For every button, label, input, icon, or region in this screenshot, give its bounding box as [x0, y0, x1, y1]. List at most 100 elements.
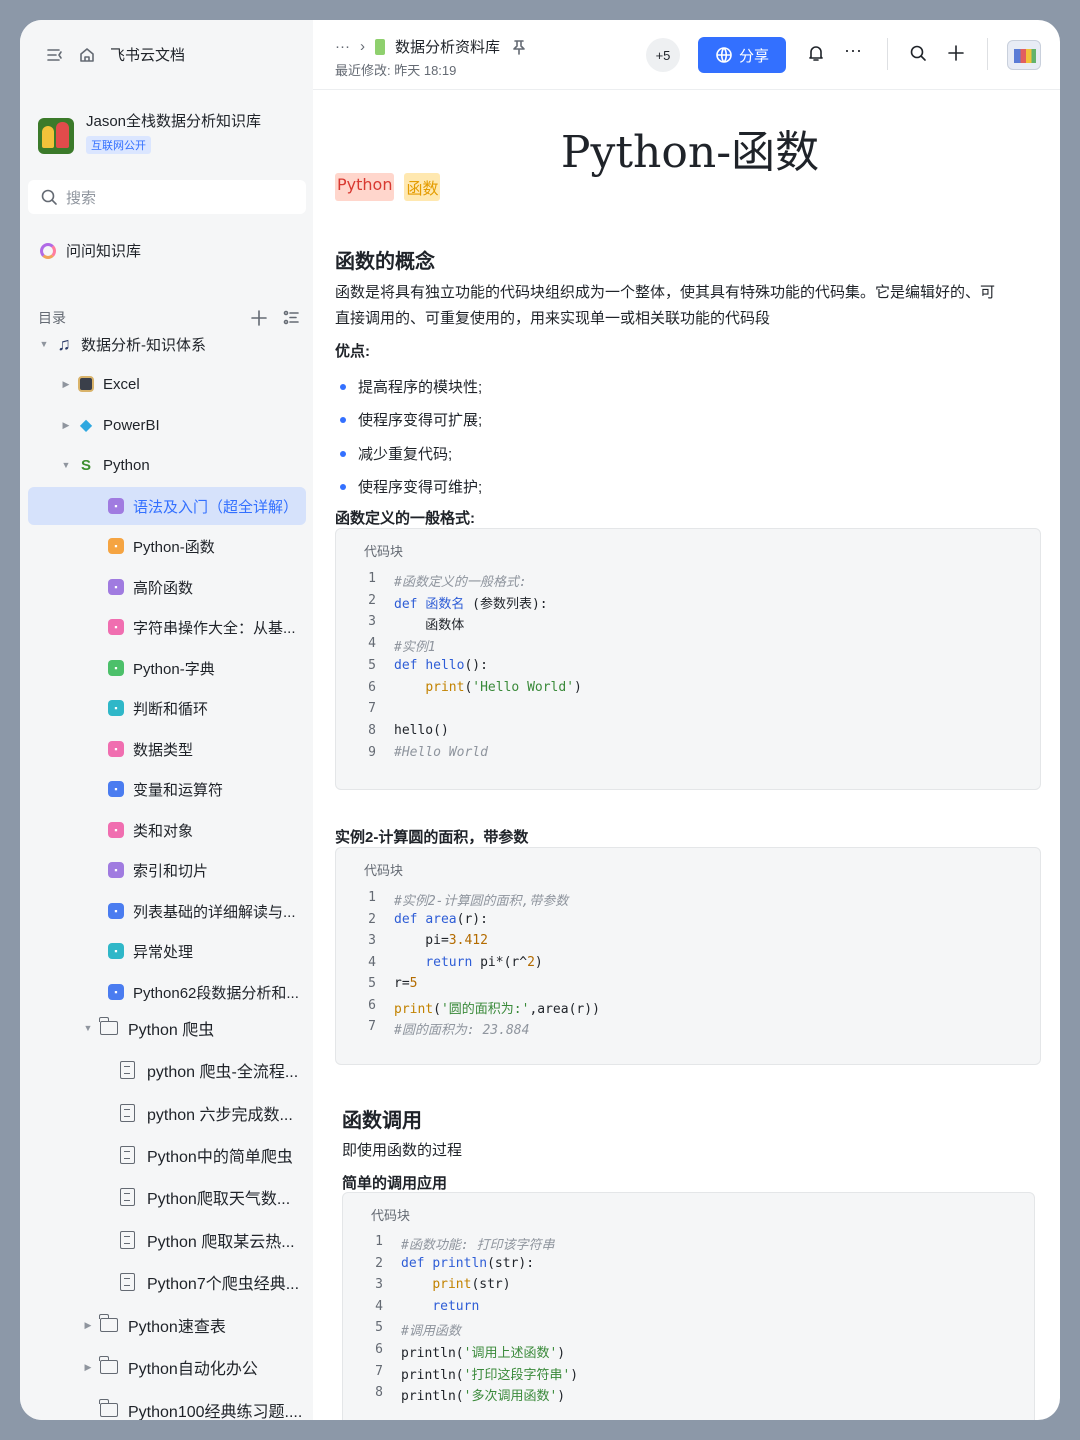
tag-function[interactable]: 函数: [404, 173, 441, 201]
code-line: return pi*(r^2): [425, 954, 543, 970]
sidebar-item[interactable]: ▶ Excel: [60, 365, 140, 403]
sidebar-item[interactable]: ▼ Python 爬虫: [82, 1009, 214, 1047]
sidebar-item[interactable]: ▶ ◆ PowerBI: [60, 406, 160, 444]
sidebar-item[interactable]: ▪ Python-函数: [82, 527, 215, 565]
code-line: #Hello World: [394, 744, 488, 760]
code-line: #实例1: [394, 640, 436, 656]
code-line: println('调用上述函数'): [401, 1346, 566, 1361]
sidebar-item[interactable]: ▪ 列表基础的详细解读与...: [82, 892, 296, 930]
collapse-sidebar-icon[interactable]: [46, 46, 64, 64]
code-block[interactable]: 代码块 1 #实例2-计算圆的面积,带参数 2 def area(r): 3 pi=3.…: [335, 847, 1041, 1065]
sidebar-item[interactable]: ▼ ♫ 数据分析-知识体系: [38, 325, 206, 363]
search-box[interactable]: 搜索: [28, 180, 306, 214]
code-block-label: 代码块: [364, 544, 404, 559]
chevron-down-icon[interactable]: ▼: [82, 1023, 94, 1033]
sidebar-item-label: Excel: [103, 375, 140, 393]
sidebar-item-label: Python-字典: [133, 660, 215, 678]
breadcrumb-title[interactable]: 数据分析资料库: [395, 36, 500, 57]
bell-icon[interactable]: [807, 44, 825, 62]
sidebar-item[interactable]: ▪ Python62段数据分析和...: [82, 973, 299, 1011]
paragraph: 即使用函数的过程: [342, 1142, 463, 1159]
globe-icon: [715, 46, 733, 64]
sidebar-item-label: Python: [103, 456, 150, 474]
search-icon[interactable]: [909, 44, 927, 62]
sidebar-item-label: Python 爬虫: [128, 1022, 215, 1039]
line-number: 3: [368, 933, 376, 948]
outline-list-icon[interactable]: [282, 309, 300, 327]
line-number: 5: [375, 1320, 383, 1336]
chevron-right-icon[interactable]: ▶: [82, 1362, 94, 1373]
sidebar-item[interactable]: ▼ S Python: [60, 446, 150, 484]
sidebar-item[interactable]: python 爬虫-全流程...: [120, 1051, 298, 1089]
line-number: 6: [368, 997, 376, 1013]
sidebar-item-label: 数据类型: [133, 741, 194, 759]
line-number: 8: [368, 722, 376, 738]
sidebar-item-label: 异常处理: [133, 943, 194, 961]
sidebar-item[interactable]: ▶ Python自动化办公: [82, 1348, 258, 1386]
line-number: 3: [368, 614, 376, 630]
doc-icon: [120, 1061, 135, 1079]
sidebar-item[interactable]: Python100经典练习题....: [82, 1391, 302, 1420]
chevron-right-icon[interactable]: ▶: [60, 420, 72, 431]
folder-icon: [99, 1399, 118, 1417]
home-icon[interactable]: [78, 46, 96, 64]
sidebar-item[interactable]: ▪ 异常处理: [82, 932, 193, 970]
code-block[interactable]: 代码块 1 #函数功能: 打印该字符串 2 def println(str): 3 pr…: [342, 1192, 1035, 1420]
search-icon: [40, 188, 58, 206]
sidebar-item[interactable]: ▪ 变量和运算符: [82, 770, 223, 808]
sidebar-item[interactable]: Python 爬取某云热...: [120, 1221, 295, 1259]
chevron-right-icon[interactable]: ▶: [60, 379, 72, 390]
chevron-down-icon[interactable]: ▼: [38, 339, 50, 349]
sidebar-item-label: 索引和切片: [133, 862, 209, 880]
paragraph-line: 直接调用的、可重复使用的，用来实现单一或相关联功能的代码段: [335, 310, 771, 327]
page-icon: ▪: [108, 903, 124, 919]
ask-knowledge-base[interactable]: 问问知识库: [40, 240, 141, 261]
sidebar-item[interactable]: ▶ Python速查表: [82, 1306, 226, 1344]
breadcrumb-more[interactable]: ···: [335, 38, 350, 55]
sidebar-item[interactable]: ▪ Python-字典: [82, 649, 215, 687]
add-icon[interactable]: [947, 44, 965, 62]
sidebar-item[interactable]: ▪ 判断和循环: [82, 689, 208, 727]
code-line: 函数体: [394, 618, 465, 634]
sidebar-item-label: python 六步完成数...: [147, 1107, 293, 1124]
line-number: 3: [375, 1277, 383, 1293]
page-icon: ▪: [108, 862, 124, 878]
sidebar-item[interactable]: Python爬取天气数...: [120, 1178, 290, 1216]
code-line: #调用函数: [401, 1324, 461, 1340]
sidebar-item[interactable]: ▪ 语法及入门（超全详解）: [28, 487, 306, 525]
folder-icon: [99, 1314, 118, 1332]
sidebar-item[interactable]: Python7个爬虫经典...: [120, 1263, 299, 1301]
avatar[interactable]: [1007, 40, 1041, 70]
sidebar-item-label: python 爬虫-全流程...: [147, 1064, 299, 1081]
more-options-icon[interactable]: ···: [844, 40, 862, 61]
knowledge-base-title: Jason全栈数据分析知识库: [86, 113, 262, 130]
share-button[interactable]: 分享: [698, 37, 786, 73]
line-number: 1: [368, 571, 376, 586]
app-name[interactable]: 飞书云文档: [110, 44, 185, 65]
add-icon[interactable]: [250, 309, 268, 327]
sidebar-item[interactable]: ▪ 类和对象: [82, 811, 193, 849]
collaborators-count[interactable]: +5: [646, 38, 680, 72]
sidebar-item-label: Python62段数据分析和...: [133, 984, 299, 1002]
tag-python[interactable]: Python: [335, 173, 395, 201]
code-line: print('Hello World'): [425, 679, 582, 695]
sidebar-item[interactable]: ▪ 数据类型: [82, 730, 193, 768]
doc-icon: [120, 1146, 135, 1164]
ai-ring-icon: [40, 242, 56, 259]
sidebar-item[interactable]: ▪ 字符串操作大全：从基...: [82, 608, 296, 646]
sidebar-item[interactable]: ▪ 索引和切片: [82, 851, 208, 889]
code-line: def hello():: [394, 657, 488, 673]
line-number: 1: [375, 1234, 383, 1249]
line-number: 7: [368, 1019, 376, 1034]
pin-icon[interactable]: [510, 38, 528, 56]
sidebar-item[interactable]: ▪ 高阶函数: [82, 568, 193, 606]
code-block[interactable]: 代码块 1 #函数定义的一般格式: 2 def 函数名 (参数列表): 3 函数体 4 #实…: [335, 528, 1041, 790]
sidebar-item[interactable]: python 六步完成数...: [120, 1094, 293, 1132]
divider: [987, 38, 988, 70]
chevron-down-icon[interactable]: ▼: [60, 460, 72, 470]
knowledge-base-header[interactable]: Jason全栈数据分析知识库 互联网公开: [38, 112, 261, 154]
chevron-right-icon[interactable]: ▶: [82, 1320, 94, 1331]
snake-icon: S: [80, 456, 91, 474]
sidebar-item[interactable]: Python中的简单爬虫: [120, 1136, 293, 1174]
divider: [887, 38, 888, 70]
